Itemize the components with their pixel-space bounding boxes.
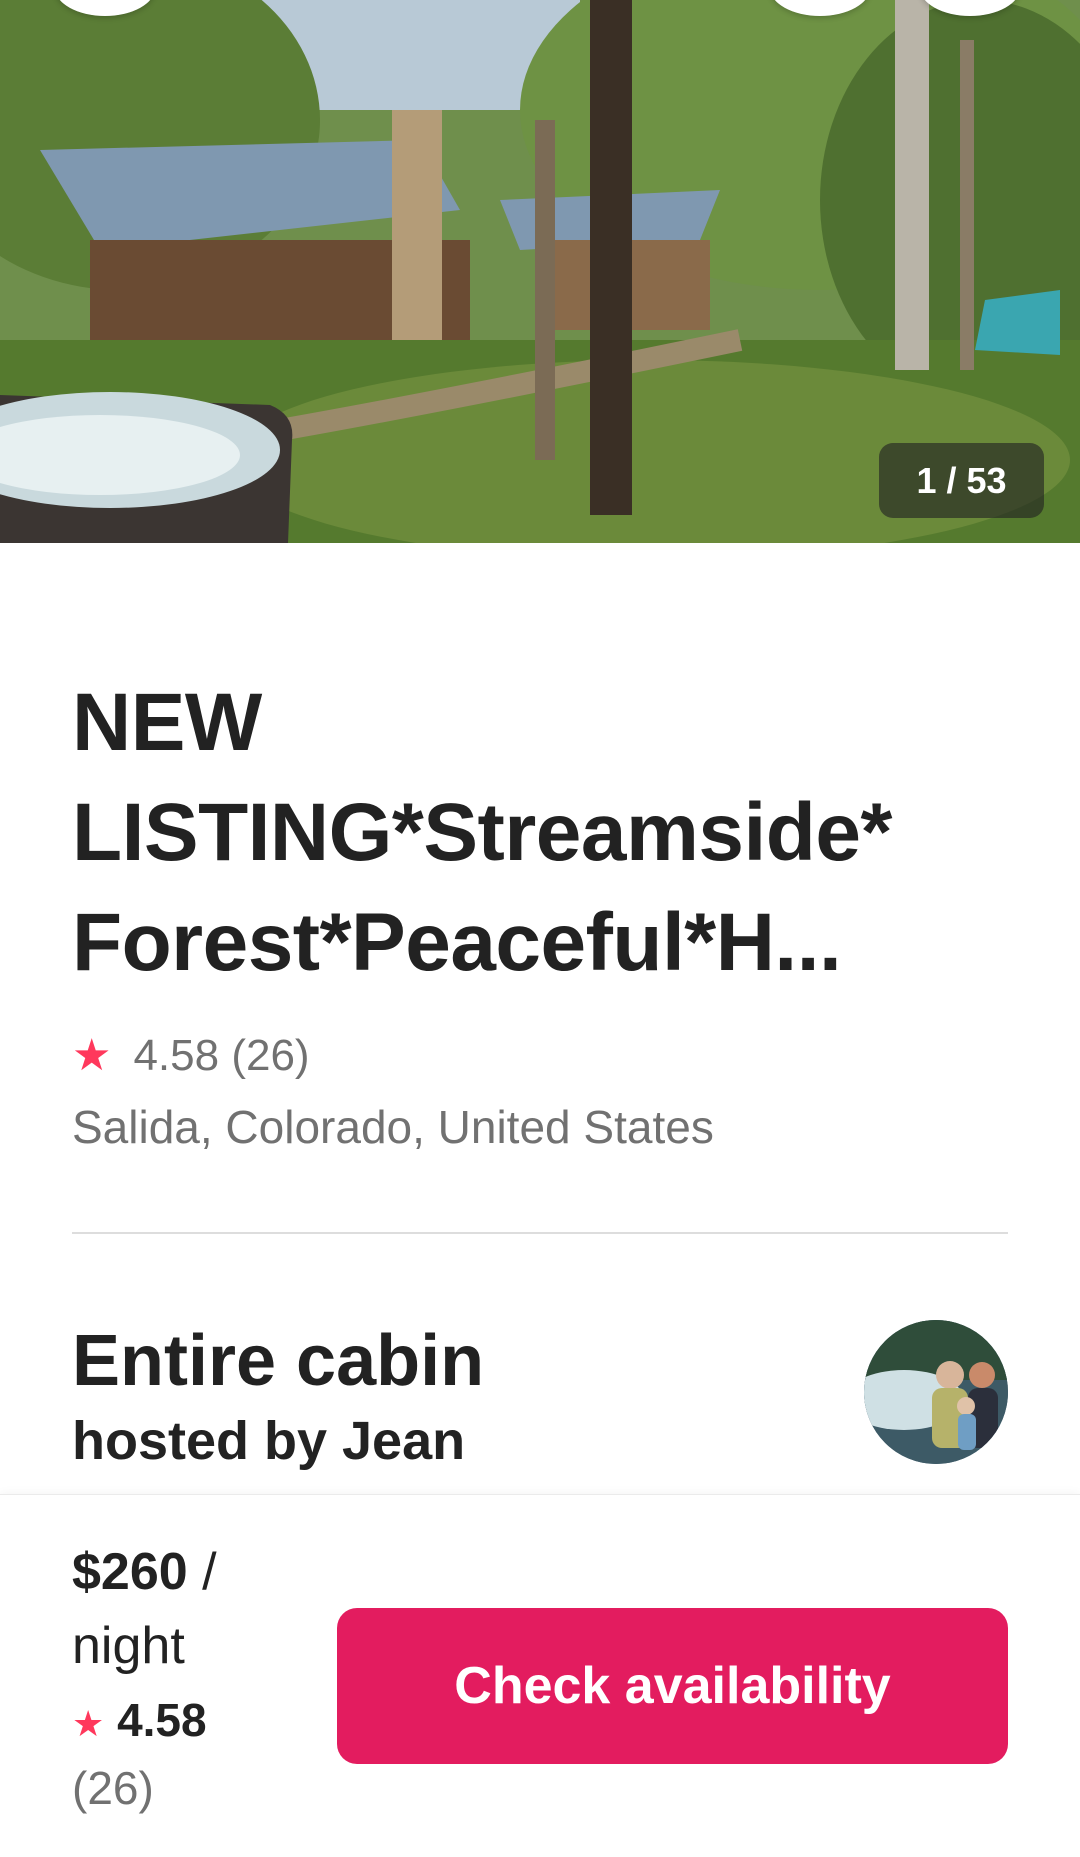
host-line: hosted by Jean bbox=[72, 1411, 466, 1471]
check-availability-button[interactable]: Check availability bbox=[337, 1608, 1008, 1764]
listing-location[interactable]: Salida, Colorado, United States bbox=[72, 1100, 714, 1154]
booking-review-count[interactable]: (26) bbox=[72, 1757, 332, 1819]
rating-summary: 4.58 (26) bbox=[133, 1031, 309, 1081]
booking-rating-value: 4.58 bbox=[117, 1694, 207, 1746]
star-icon: ★ bbox=[72, 1703, 105, 1744]
photo-counter: 1 / 53 bbox=[879, 443, 1044, 518]
price-line: $260 / night bbox=[72, 1535, 332, 1683]
listing-type-title: Entire cabin bbox=[72, 1321, 485, 1401]
nightly-price: $260 bbox=[72, 1543, 188, 1601]
review-count: (26) bbox=[231, 1031, 310, 1080]
section-divider bbox=[72, 1232, 1008, 1234]
host-avatar[interactable] bbox=[864, 1320, 1008, 1464]
star-icon: ★ bbox=[72, 1031, 112, 1080]
booking-rating[interactable]: ★ 4.58 bbox=[72, 1683, 332, 1757]
rating-value: 4.58 bbox=[133, 1031, 220, 1080]
host-avatar-image bbox=[864, 1320, 1008, 1464]
price-block: $260 / night ★ 4.58 (26) bbox=[72, 1535, 332, 1819]
rating-row[interactable]: ★ 4.58 (26) bbox=[72, 1028, 310, 1084]
listing-title: NEW LISTING*Streamside* Forest*Peaceful*… bbox=[72, 677, 892, 988]
booking-bar: $260 / night ★ 4.58 (26) Check availabil… bbox=[0, 1494, 1080, 1857]
listing-photo[interactable]: 1 / 53 bbox=[0, 0, 1080, 543]
